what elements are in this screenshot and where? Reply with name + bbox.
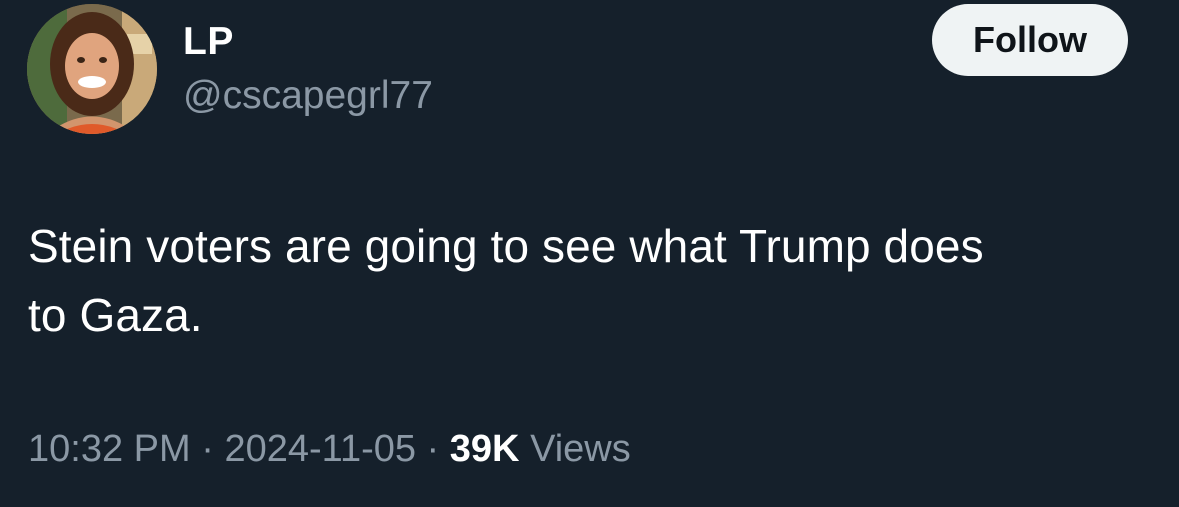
meta-separator: ·: [190, 428, 225, 470]
tweet-meta: 10:32 PM · 2024-11-05 · 39K Views: [28, 424, 631, 474]
user-handle[interactable]: @cscapegrl77: [183, 74, 433, 118]
avatar-photo: [27, 4, 157, 134]
views-count[interactable]: 39K: [450, 428, 520, 470]
meta-separator: ·: [416, 428, 450, 470]
follow-button[interactable]: Follow: [932, 4, 1128, 76]
tweet-text-line: to Gaza.: [28, 289, 203, 341]
tweet-time[interactable]: 10:32 PM: [28, 428, 191, 470]
tweet-text-line: Stein voters are going to see what Trump…: [28, 220, 984, 272]
views-label: Views: [530, 428, 631, 470]
tweet-text: Stein voters are going to see what Trump…: [28, 212, 1148, 350]
tweet-card: LP @cscapegrl77 Follow Stein voters are …: [0, 0, 1179, 507]
display-name[interactable]: LP: [183, 20, 234, 64]
avatar[interactable]: [27, 4, 157, 134]
tweet-date[interactable]: 2024-11-05: [224, 428, 416, 470]
